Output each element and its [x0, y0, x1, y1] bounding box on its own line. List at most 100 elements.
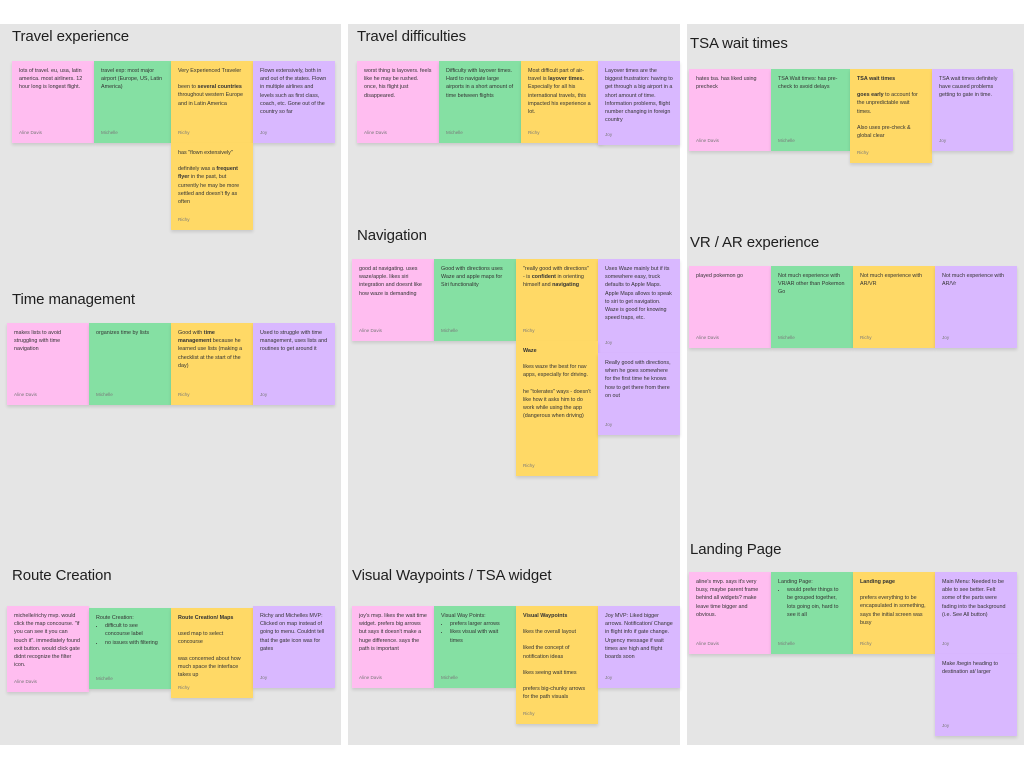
sticky-note[interactable]: Difficulty with layover times. Hard to n…	[439, 61, 521, 143]
sticky-note[interactable]: Layover times are the biggest frustratio…	[598, 61, 680, 145]
note-author: Aline Davis	[364, 129, 387, 135]
sticky-note[interactable]: played pokemon go Aline Davis	[689, 266, 771, 348]
sticky-note[interactable]: Flown extensively, both in and out of th…	[253, 61, 335, 143]
note-heading: Landing Page:	[778, 579, 813, 585]
note-author: Michelle	[96, 391, 113, 397]
note-text: goes early to account for the unpredicta…	[857, 92, 918, 115]
note-author: Aline Davis	[14, 391, 37, 397]
sticky-note[interactable]: Visual Waypoints likes the overall layou…	[516, 606, 598, 724]
sticky-note[interactable]: "really good with directions" - is confi…	[516, 259, 598, 341]
note-author: Joy	[605, 674, 613, 680]
sticky-note[interactable]: travel exp: most major airport (Europe, …	[94, 61, 171, 143]
sticky-note[interactable]: Good with time management because he lea…	[171, 323, 253, 405]
note-author: Michelle	[778, 334, 795, 340]
note-text: aline's mvp. says it's very busy, maybe …	[696, 579, 759, 618]
note-author: Michelle	[96, 675, 113, 681]
note-text: lots of travel. eu, usa, latin america. …	[19, 68, 83, 91]
note-author: Richy	[523, 710, 535, 716]
note-author: Aline Davis	[696, 640, 719, 646]
note-text: been to several countries throughout wes…	[178, 84, 244, 107]
bullet-item: difficult to see concourse label	[105, 622, 164, 638]
sticky-note[interactable]: Very Experienced Traveler been to severa…	[171, 61, 253, 143]
note-text: prefers big-chunky arrows for the path v…	[523, 686, 586, 701]
note-author: Richy	[860, 640, 872, 646]
sticky-note[interactable]: TSA wait times goes early to account for…	[850, 69, 932, 163]
sticky-note[interactable]: Used to struggle with time management, u…	[253, 323, 335, 405]
note-text: Not much experience with VR/AR other tha…	[778, 273, 845, 296]
sticky-note[interactable]: Landing Page: would prefer things to be …	[771, 572, 853, 654]
sticky-note[interactable]: Waze likes waze the best for nav apps, e…	[516, 341, 598, 476]
section-title-time-management: Time management	[12, 291, 135, 308]
note-text: likes seeing wait times	[523, 669, 577, 676]
note-author: Joy	[260, 129, 268, 135]
sticky-note[interactable]: Really good with directions, when he goe…	[598, 353, 680, 435]
note-author: Richy	[857, 149, 869, 155]
note-author: Joy	[260, 391, 268, 397]
note-bullets: difficult to see concourse label no issu…	[96, 622, 164, 647]
sticky-note[interactable]: TSA Wait times: has pre-check to avoid d…	[771, 69, 850, 151]
note-text: makes lists to avoid struggling with tim…	[14, 330, 62, 353]
note-text: Not much experience with AR/Vr	[942, 273, 1005, 288]
note-author: Richy	[178, 216, 190, 222]
note-text: was concerned about how much space the i…	[178, 655, 241, 679]
bullet-item: likes visual with wait times	[450, 628, 509, 644]
sticky-note[interactable]: joy's mvp. likes the wait time widget. p…	[352, 606, 434, 688]
sticky-note[interactable]: Make /begin heading to destination at/ l…	[935, 654, 1017, 736]
note-author: Michelle	[101, 129, 118, 135]
note-text: Layover times are the biggest frustratio…	[605, 68, 673, 124]
note-heading: Visual Way Points:	[441, 613, 486, 619]
sticky-note[interactable]: Richy and Michelles MVP: Clicked on map …	[253, 606, 335, 688]
sticky-note[interactable]: has "flown extensively" definitely was a…	[171, 143, 253, 230]
note-text: Uses Waze mainly but if its somewhere ea…	[605, 266, 672, 322]
note-text: Really good with directions, when he goe…	[605, 360, 671, 399]
note-heading: Route Creation:	[96, 615, 134, 621]
sticky-note[interactable]: worst thing is layovers. feels like he m…	[357, 61, 439, 143]
sticky-note[interactable]: organizes time by lists Michelle	[89, 323, 171, 405]
note-text: Also uses pre-check & global clear	[857, 124, 911, 140]
sticky-note[interactable]: Most difficult part of air-travel is lay…	[521, 61, 603, 143]
note-text: worst thing is layovers. feels like he m…	[364, 68, 432, 99]
note-author: Aline Davis	[696, 137, 719, 143]
sticky-note[interactable]: Not much experience with AR/VR Richy	[853, 266, 935, 348]
note-text: TSA wait times definitely have caused pr…	[939, 76, 998, 99]
sticky-note[interactable]: Route Creation/ Maps used map to select …	[171, 608, 253, 698]
note-author: Richy	[178, 684, 190, 690]
note-text: hates tsa. has liked using precheck	[696, 76, 757, 91]
note-author: Richy	[860, 334, 872, 340]
sticky-note[interactable]: Joy MVP: Liked bigger arrows. Notificati…	[598, 606, 680, 688]
note-text: Main Menu: Needed to be able to see bett…	[942, 579, 1006, 618]
note-text: used map to select concourse	[178, 631, 224, 646]
sticky-note[interactable]: aline's mvp. says it's very busy, maybe …	[689, 572, 771, 654]
sticky-note[interactable]: makes lists to avoid struggling with tim…	[7, 323, 89, 405]
note-author: Richy	[523, 327, 535, 333]
note-text: he "tolerates" ways - doesn't like how i…	[523, 388, 591, 420]
sticky-note[interactable]: Not much experience with AR/Vr Joy	[935, 266, 1017, 348]
note-text: Good with directions uses Waze and apple…	[441, 266, 503, 289]
note-text: has "flown extensively"	[178, 150, 233, 156]
sticky-note[interactable]: Route Creation: difficult to see concour…	[89, 608, 171, 689]
sticky-note[interactable]: Landing page prefers everything to be en…	[853, 572, 935, 654]
sticky-note[interactable]: good at navigating. uses waze/apple. lik…	[352, 259, 434, 341]
note-author: Richy	[523, 462, 535, 468]
note-text: Difficulty with layover times. Hard to n…	[446, 68, 514, 99]
sticky-note[interactable]: TSA wait times definitely have caused pr…	[932, 69, 1013, 151]
note-text: michelle/richy mvp. would click the map …	[14, 613, 81, 669]
sticky-note[interactable]: Not much experience with VR/AR other tha…	[771, 266, 853, 348]
note-text: Good with time management because he lea…	[178, 330, 243, 369]
section-title-navigation: Navigation	[357, 227, 427, 244]
sticky-note[interactable]: Uses Waze mainly but if its somewhere ea…	[598, 259, 680, 353]
bullet-item: no issues with filtering	[105, 639, 164, 647]
section-title-travel-difficulties: Travel difficulties	[357, 28, 466, 45]
sticky-note[interactable]: lots of travel. eu, usa, latin america. …	[12, 61, 94, 143]
note-text: likes waze the best for nav apps, especi…	[523, 364, 589, 379]
note-author: Michelle	[778, 640, 795, 646]
sticky-note[interactable]: michelle/richy mvp. would click the map …	[7, 606, 89, 692]
note-text: travel exp: most major airport (Europe, …	[101, 68, 163, 91]
sticky-note[interactable]: Visual Way Points: prefers larger arrows…	[434, 606, 516, 688]
sticky-note[interactable]: hates tsa. has liked using precheck Alin…	[689, 69, 771, 151]
sticky-note[interactable]: Good with directions uses Waze and apple…	[434, 259, 516, 341]
sticky-note[interactable]: Main Menu: Needed to be able to see bett…	[935, 572, 1017, 654]
note-author: Aline Davis	[359, 674, 382, 680]
note-author: Joy	[942, 640, 950, 646]
section-title-vr-ar: VR / AR experience	[690, 234, 820, 251]
